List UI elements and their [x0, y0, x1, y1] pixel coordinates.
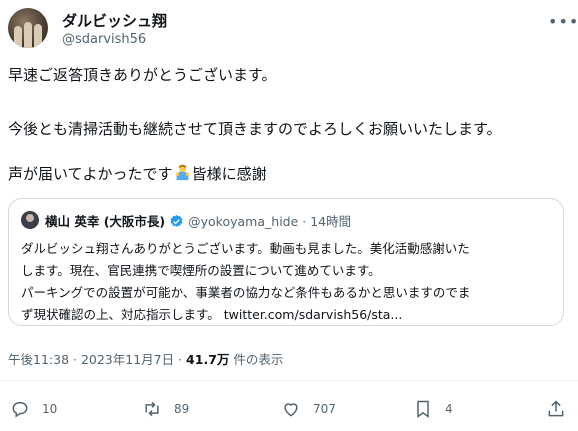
quoted-text-line-1: ダルビッシュ翔さんありがとうございます。動画も見ました。美化活動感謝いた [21, 241, 470, 256]
quoted-author-avatar [21, 211, 39, 229]
tweet-metadata: 午後11:38 · 2023年11月7日 · 41.7万 件の表示 [8, 349, 283, 368]
verified-badge-icon [170, 214, 183, 227]
tweet-text-line-2: 今後とも清掃活動も継続させて頂きますのでよろしくお願いいたします。 [8, 120, 502, 138]
tweet-text-line-3: 声が届いてよかったです 皆様に感謝 [8, 163, 267, 184]
author-handle[interactable]: @sdarvish56 [62, 32, 146, 47]
author-avatar[interactable] [8, 8, 48, 48]
retweet-icon [145, 401, 159, 417]
reply-count: 10 [42, 402, 58, 416]
divider [0, 380, 578, 381]
quoted-author-handle: @yokoyama_hide [188, 214, 299, 229]
quoted-tweet-header: 横山 英幸 (大阪市長) @yokoyama_hide · 14時間 [45, 211, 351, 230]
tweet-text-before-emoji: 声が届いてよかったです [8, 165, 173, 183]
author-name[interactable]: ダルビッシュ翔 [62, 10, 167, 31]
view-count-suffix: 件の表示 [229, 352, 284, 367]
tweet-timestamp[interactable]: 午後11:38 · 2023年11月7日 · [8, 352, 186, 367]
more-options-icon[interactable]: ••• [548, 12, 578, 31]
reply-icon [12, 402, 28, 418]
retweet-count: 89 [174, 402, 190, 416]
person-bowing-emoji-icon [175, 164, 189, 181]
retweet-button[interactable]: 89 [142, 398, 189, 420]
tweet-text-line-1: 早速ご返答頂きありがとうございます。 [8, 66, 277, 84]
bookmark-icon [417, 400, 429, 418]
bookmark-count: 4 [445, 402, 453, 416]
quoted-author-name: 横山 英幸 (大阪市長) [45, 214, 166, 229]
view-count: 41.7万 [186, 352, 230, 367]
bookmark-button[interactable]: 4 [413, 398, 453, 420]
reply-button[interactable]: 10 [10, 398, 57, 420]
tweet-text-after-emoji: 皆様に感謝 [191, 165, 267, 183]
quoted-text-line-2: します。現在、官民連携で喫煙所の設置について進めています。 [21, 263, 381, 278]
share-icon [548, 400, 564, 417]
like-count: 707 [313, 402, 336, 416]
heart-icon [284, 403, 298, 417]
like-button[interactable]: 707 [281, 398, 336, 420]
quoted-text-line-4: ず現状確認の上、対応指示します。 twitter.com/sdarvish56/… [21, 307, 403, 322]
quoted-tweet-card[interactable]: 横山 英幸 (大阪市長) @yokoyama_hide · 14時間 ダルビッシュ… [8, 198, 564, 326]
share-button[interactable] [546, 398, 566, 420]
quoted-tweet-time: · 14時間 [302, 214, 352, 229]
quoted-text-line-3: パーキングでの設置が可能か、事業者の協力など条件もあるかと思いますのでま [21, 285, 471, 300]
